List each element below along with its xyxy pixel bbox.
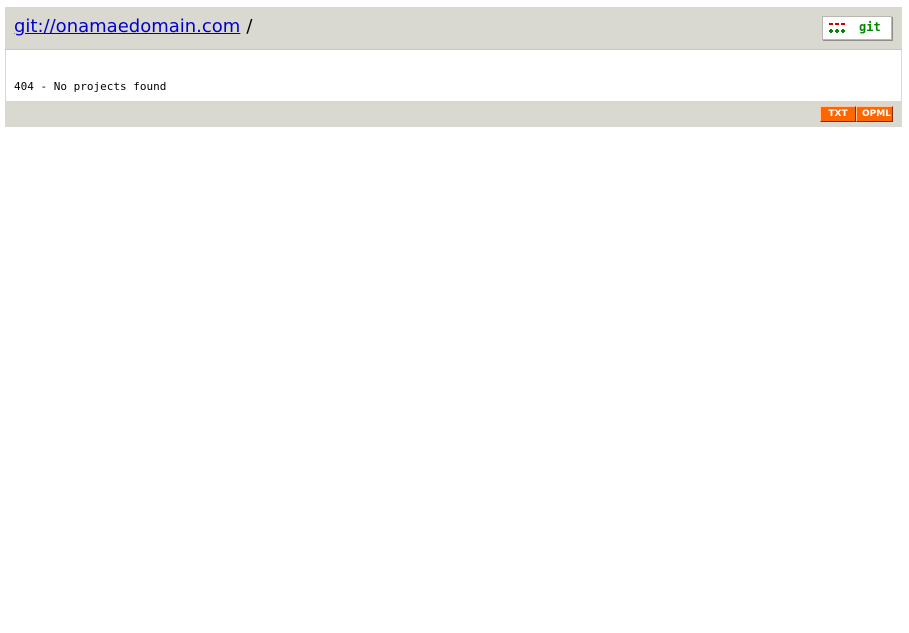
site-home-link[interactable]: git://onamaedomain.com <box>14 16 240 37</box>
git-logo-text: git <box>859 20 881 34</box>
page-footer: TXT OPML <box>5 101 902 127</box>
page-header: git://onamaedomain.com / git <box>5 7 902 50</box>
breadcrumb: git://onamaedomain.com / <box>14 17 252 37</box>
feed-links: TXT OPML <box>820 106 893 122</box>
page-body: 404 - No projects found <box>5 50 902 101</box>
txt-feed-button[interactable]: TXT <box>820 106 856 122</box>
error-message: 404 - No projects found <box>14 80 167 93</box>
breadcrumb-separator: / <box>246 16 253 37</box>
gitweb-page: git://onamaedomain.com / git 404 - No pro… <box>5 7 902 127</box>
git-logo-link[interactable]: git <box>822 16 892 40</box>
opml-feed-button[interactable]: OPML <box>856 106 893 122</box>
git-logo-icon: git <box>829 20 881 34</box>
